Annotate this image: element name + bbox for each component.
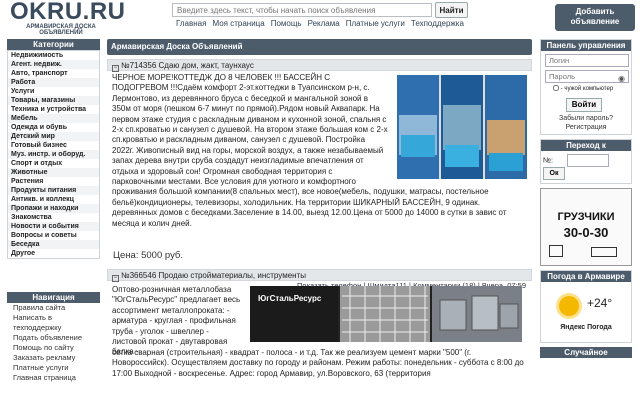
remember-checkbox[interactable] xyxy=(553,85,559,91)
left-sidebar: Категории Недвижимость Агент. недвиж. Авто… xyxy=(7,39,100,259)
category-list: Недвижимость Агент. недвиж. Авто, транспор… xyxy=(7,50,100,259)
cottage-photos xyxy=(397,75,527,179)
login-input[interactable] xyxy=(545,54,629,67)
category-item[interactable]: Знакомства xyxy=(8,213,99,222)
navigation-item[interactable]: Помощь по сайту xyxy=(7,343,100,353)
top-nav: Главная Моя страница Помощь Реклама Платные … xyxy=(176,19,470,29)
category-item[interactable]: Другое xyxy=(8,249,99,258)
category-item[interactable]: Растения xyxy=(8,177,99,186)
right-sidebar: Панель управления ◉ - чужой компьютер Во… xyxy=(540,39,632,358)
goto-input[interactable] xyxy=(567,153,610,167)
ad-photo-strip[interactable] xyxy=(397,75,527,179)
navigation-item[interactable]: Подать объявление xyxy=(7,333,100,343)
panel-title: Панель управления xyxy=(541,40,631,51)
login-button[interactable]: Войти xyxy=(566,97,602,112)
category-item[interactable]: Агент. недвиж. xyxy=(8,60,99,69)
sun-icon xyxy=(559,295,579,316)
category-item[interactable]: Одежда и обувь xyxy=(8,123,99,132)
truck-icon xyxy=(591,246,617,257)
category-item[interactable]: Новости и события xyxy=(8,222,99,231)
header: OKRU.RU АРМАВИРСКАЯ ДОСКА ОБЪЯВЛЕНИЙ Най… xyxy=(0,0,640,36)
category-item[interactable]: Муз. инстр. и оборуд. xyxy=(8,150,99,159)
remember-row: - чужой компьютер xyxy=(541,84,631,94)
ad-header[interactable]: − №714356 Сдаю дом, жакт, таунхаус xyxy=(107,59,532,72)
category-item[interactable]: Продукты питания xyxy=(8,186,99,195)
navigation-item[interactable]: Платные услуги xyxy=(7,363,100,373)
search-button[interactable]: Найти xyxy=(435,2,468,18)
category-item[interactable]: Пропажи и находки xyxy=(8,204,99,213)
ad-text-rest: сетка сварная (строительная) - квадрат -… xyxy=(112,348,524,378)
category-item[interactable]: Беседка xyxy=(8,240,99,249)
nav-ads[interactable]: Реклама xyxy=(308,19,340,28)
categories-title: Категории xyxy=(7,39,100,50)
collapse-icon[interactable]: − xyxy=(112,275,119,282)
banner-brand: ЮгСтальРесурс xyxy=(258,294,322,303)
category-item[interactable]: Работа xyxy=(8,78,99,87)
register-link[interactable]: Регистрация xyxy=(541,123,631,132)
logo-title: OKRU.RU xyxy=(10,0,126,25)
page-title: Армавирская Доска Объявлений xyxy=(107,39,532,55)
category-item[interactable]: Техника и устройства xyxy=(8,105,99,114)
forgot-link[interactable]: Забыли пароль? xyxy=(541,114,631,123)
category-item[interactable]: Услуги xyxy=(8,87,99,96)
weather-box: Погода в Армавире +24° Яндекс Погода xyxy=(540,269,632,343)
ad-price: Цена: 5000 руб. xyxy=(113,250,184,261)
category-item[interactable]: Детский мир xyxy=(8,132,99,141)
weather-source[interactable]: Яндекс Погода xyxy=(541,324,631,331)
nav-my-page[interactable]: Моя страница xyxy=(212,19,264,28)
navigation-item[interactable]: Заказать рекламу xyxy=(7,353,100,363)
goto-label: №: xyxy=(543,154,554,164)
nav-help[interactable]: Помощь xyxy=(271,19,302,28)
nav-paid[interactable]: Платные услуги xyxy=(346,19,405,28)
goto-title: Переход к xyxy=(541,139,631,151)
ad-title[interactable]: №714356 Сдаю дом, жакт, таунхаус xyxy=(121,61,254,70)
navigation-title: Навигация xyxy=(7,292,100,303)
category-item[interactable]: Недвижимость xyxy=(8,51,99,60)
navigation-box: Навигация Правила сайта Написать в техпод… xyxy=(7,292,100,383)
nav-support[interactable]: Техподдержка xyxy=(411,19,464,28)
search-input[interactable] xyxy=(172,3,432,17)
category-item[interactable]: Животные xyxy=(8,168,99,177)
password-input[interactable] xyxy=(545,70,629,83)
logo-subtitle: АРМАВИРСКАЯ ДОСКА ОБЪЯВЛЕНИЙ xyxy=(26,24,96,36)
weather-temp: +24° xyxy=(587,295,613,310)
banner-phone: 30-0-30 xyxy=(563,224,609,240)
goto-button[interactable]: Ок xyxy=(543,166,565,180)
navigation-item[interactable]: Главная страница xyxy=(7,373,100,383)
goto-box: Переход к №: Ок xyxy=(540,138,632,184)
category-item[interactable]: Мебель xyxy=(8,114,99,123)
movers-ad-banner[interactable]: ГРУЗЧИКИ 30-0-30 xyxy=(540,187,632,266)
navigation-item[interactable]: Правила сайта xyxy=(7,303,100,313)
login-panel: Панель управления ◉ - чужой компьютер Во… xyxy=(540,39,632,135)
category-item[interactable]: Товары, магазины xyxy=(8,96,99,105)
remember-label: - чужой компьютер xyxy=(560,86,614,92)
nav-home[interactable]: Главная xyxy=(176,19,206,28)
navigation-list: Правила сайта Написать в техподдержку Пода… xyxy=(7,303,100,383)
category-item[interactable]: Авто, транспорт xyxy=(8,69,99,78)
banner-title: ГРУЗЧИКИ xyxy=(557,210,615,223)
site-logo[interactable]: OKRU.RU АРМАВИРСКАЯ ДОСКА ОБЪЯВЛЕНИЙ xyxy=(10,0,126,36)
main-content: Армавирская Доска Объявлений − №714356 Сд… xyxy=(107,39,532,290)
box-icon xyxy=(549,244,563,257)
category-item[interactable]: Спорт и отдых xyxy=(8,159,99,168)
ad-header[interactable]: − №366546 Продаю стройматериалы, инструме… xyxy=(107,269,532,282)
password-toggle-icon[interactable]: ◉ xyxy=(618,74,625,83)
random-title: Случайное xyxy=(540,346,632,358)
category-item[interactable]: Готовый бизнес xyxy=(8,141,99,150)
category-item[interactable]: Вопросы и советы xyxy=(8,231,99,240)
add-ad-button[interactable]: Добавить объявление xyxy=(555,4,635,31)
category-item[interactable]: Антикв. и коллекц xyxy=(8,195,99,204)
navigation-item[interactable]: Написать в техподдержку xyxy=(7,313,100,333)
ad-title[interactable]: №366546 Продаю стройматериалы, инструмен… xyxy=(121,271,306,280)
weather-title: Погода в Армавире xyxy=(541,270,631,282)
steel-banner[interactable]: ЮгСтальРесурс xyxy=(250,286,522,342)
